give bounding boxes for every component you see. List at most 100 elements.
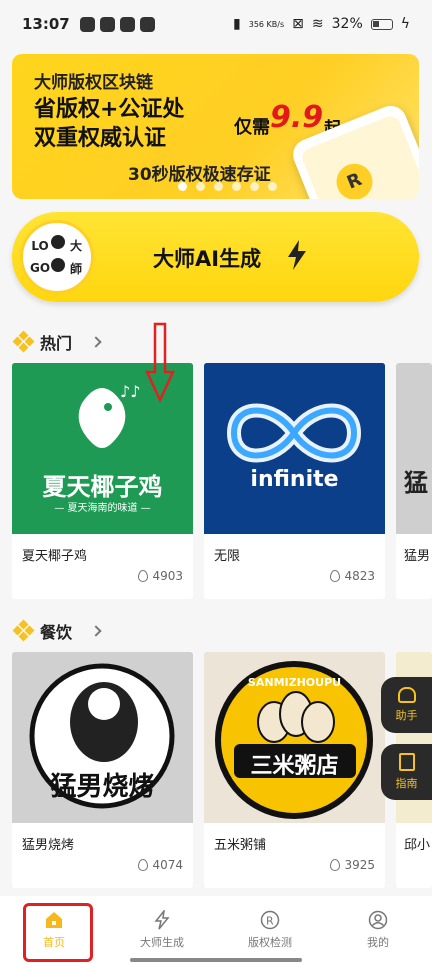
mail-icon <box>139 16 155 32</box>
logo-dot <box>51 257 66 272</box>
registered-icon: R <box>260 910 280 930</box>
card-image: 猛 <box>396 363 432 534</box>
chevron-right-icon <box>90 625 102 637</box>
tab-label: 我的 <box>367 936 389 949</box>
banner-price-prefix: 仅需 <box>234 117 270 138</box>
logo-master-icon: LO 大 GO 師 <box>20 220 94 294</box>
guide-button[interactable]: 指南 <box>381 744 432 800</box>
tab-label: 大师生成 <box>140 936 184 949</box>
logo-letter: 師 <box>70 261 83 276</box>
like-count: 3925 <box>330 858 375 872</box>
card-image-title: 猛男烧烤 <box>50 772 155 802</box>
tab-copyright-check[interactable]: R 版权检测 <box>216 896 324 964</box>
wifi-icon: ≋ <box>311 16 324 32</box>
flame-icon <box>330 859 341 871</box>
like-count: 4903 <box>138 569 183 583</box>
annotation-arrow-icon <box>145 322 175 402</box>
design-card[interactable]: 猛 猛男 <box>396 363 432 599</box>
carousel-indicator <box>178 182 277 191</box>
battery-icon <box>370 18 393 30</box>
card-name: 猛男烧烤 <box>22 838 75 853</box>
registered-badge: R <box>331 158 378 199</box>
annotation-highlight-frame <box>23 903 93 962</box>
diamond-icon <box>12 619 35 642</box>
card-name: 无限 <box>214 549 241 564</box>
tab-master-generate[interactable]: 大师生成 <box>108 896 216 964</box>
user-icon <box>368 910 388 930</box>
carousel-dot <box>214 182 223 191</box>
banner-line1: 大师版权区块链 <box>34 73 153 93</box>
carousel-dot <box>250 182 259 191</box>
carousel-dot <box>232 182 241 191</box>
tab-profile[interactable]: 我的 <box>324 896 432 964</box>
lightning-icon <box>288 240 306 270</box>
section-title: 餐饮 <box>40 623 73 642</box>
ai-generate-button[interactable]: LO 大 GO 師 大师AI生成 <box>12 212 419 302</box>
logo-letter: LO <box>31 238 49 253</box>
like-count: 4823 <box>330 569 375 583</box>
diamond-icon <box>12 330 35 353</box>
card-image-subtitle: — 夏天海南的味道 — <box>54 503 151 514</box>
status-bar: 13:07 ▮ 356 KB/s ⊠ ≋ 32% ϟ <box>0 0 432 48</box>
status-time: 13:07 <box>22 15 70 33</box>
like-count-value: 4074 <box>152 858 183 872</box>
charging-icon: ϟ <box>400 16 410 32</box>
sim-icon: ⊠ <box>292 16 304 32</box>
design-card[interactable]: infinite 无限 4823 <box>204 363 385 599</box>
card-name: 五米粥铺 <box>214 838 267 853</box>
flame-icon <box>138 570 149 582</box>
like-count: 4074 <box>138 858 183 872</box>
like-count-value: 4823 <box>344 569 375 583</box>
like-count-value: 4903 <box>152 569 183 583</box>
check-icon <box>99 16 115 32</box>
tab-label: 版权检测 <box>248 936 292 949</box>
banner-line2: 省版权+公证处 <box>34 97 185 122</box>
design-card[interactable]: SANMIZHOUPU 三米粥店 五米粥铺 3925 <box>204 652 385 888</box>
lightning-icon <box>154 910 170 930</box>
card-name: 邱小 <box>404 838 431 853</box>
svg-text:R: R <box>266 915 274 928</box>
gesture-bar <box>130 958 302 962</box>
assistant-label: 助手 <box>395 709 418 722</box>
card-image: 猛男烧烤 <box>12 652 193 823</box>
carousel-dot <box>178 182 187 191</box>
carousel-dot <box>196 182 205 191</box>
system-status: ▮ 356 KB/s ⊠ ≋ 32% ϟ <box>233 16 410 32</box>
card-name: 猛男 <box>404 549 431 564</box>
vibrate-icon: ▮ <box>233 16 241 32</box>
card-image: SANMIZHOUPU 三米粥店 <box>204 652 385 823</box>
banner-line3: 双重权威认证 <box>34 126 167 151</box>
book-icon <box>398 753 415 771</box>
card-name: 夏天椰子鸡 <box>22 549 88 564</box>
infinity-logo-image <box>204 363 385 534</box>
card-image-title: infinite <box>250 467 339 492</box>
chevron-right-icon <box>90 336 102 348</box>
notification-icons <box>79 16 155 32</box>
logo-letter: 大 <box>70 239 83 254</box>
card-image-title: 猛 <box>404 469 428 497</box>
flame-icon <box>330 570 341 582</box>
app-icon <box>79 16 95 32</box>
section-food-header[interactable]: 餐饮 <box>12 619 102 643</box>
section-hot-header[interactable]: 热门 <box>12 330 102 354</box>
assistant-button[interactable]: 助手 <box>381 677 432 733</box>
card-image-title: 夏天椰子鸡 <box>42 473 163 501</box>
banner-price: 9.9 <box>270 100 324 135</box>
svg-text:♪♪: ♪♪ <box>120 382 140 401</box>
carousel-dot <box>268 182 277 191</box>
headset-icon <box>397 687 416 703</box>
card-image: infinite <box>204 363 385 534</box>
like-count-value: 3925 <box>344 858 375 872</box>
card-image-subtitle: SANMIZHOUPU <box>247 676 342 689</box>
chat-icon <box>119 16 135 32</box>
logo-dot <box>51 235 66 249</box>
flame-icon <box>138 859 149 871</box>
section-title: 热门 <box>40 334 73 353</box>
battery-percent: 32% <box>331 16 363 32</box>
promo-banner[interactable]: 大师版权区块链 省版权+公证处 双重权威认证 仅需 9.9 起 R 30秒版权极… <box>12 54 419 199</box>
guide-label: 指南 <box>395 777 418 790</box>
card-image-title: 三米粥店 <box>250 754 339 779</box>
design-card[interactable]: 猛男烧烤 猛男烧烤 4074 <box>12 652 193 888</box>
logo-letter: GO <box>30 261 51 276</box>
ai-generate-label: 大师AI生成 <box>153 247 262 271</box>
